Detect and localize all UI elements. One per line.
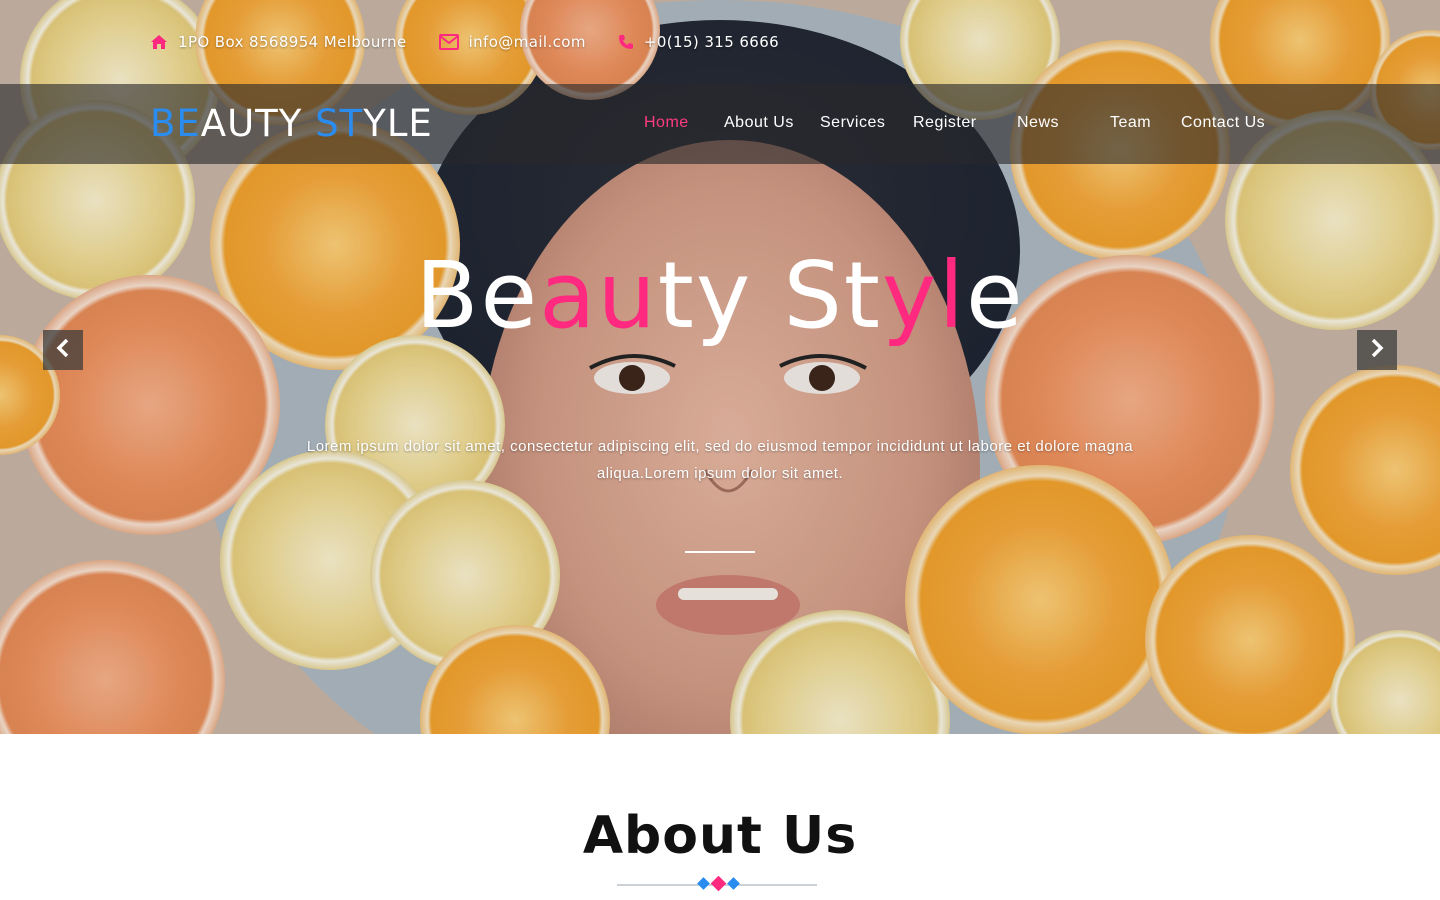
nav-menu: Home About Us Services Register News Tea… bbox=[0, 84, 1440, 164]
nav-item-contact-us[interactable]: Contact Us bbox=[1181, 114, 1265, 132]
email-text[interactable]: info@mail.com bbox=[469, 33, 586, 51]
chevron-right-icon bbox=[1369, 338, 1385, 362]
nav-item-home[interactable]: Home bbox=[644, 114, 689, 132]
carousel-next-button[interactable] bbox=[1357, 330, 1397, 370]
phone-info[interactable]: +0(15) 315 6666 bbox=[618, 33, 779, 51]
hero-title-part-5: e bbox=[966, 242, 1025, 349]
hero-title-part-1: Be bbox=[415, 242, 540, 349]
email-info[interactable]: info@mail.com bbox=[438, 33, 586, 51]
hero-banner: 1PO Box 8568954 Melbourne info@mail.com … bbox=[0, 0, 1440, 734]
phone-icon bbox=[618, 34, 634, 50]
hero-divider bbox=[685, 551, 755, 553]
nav-item-news[interactable]: News bbox=[1017, 114, 1059, 132]
carousel-prev-button[interactable] bbox=[43, 330, 83, 370]
chevron-left-icon bbox=[55, 338, 71, 362]
hero-title: Beauty Style bbox=[0, 242, 1440, 349]
envelope-icon bbox=[438, 34, 459, 50]
about-section-title: About Us bbox=[582, 806, 858, 866]
nav-item-services[interactable]: Services bbox=[820, 114, 885, 132]
nav-item-about-us[interactable]: About Us bbox=[724, 114, 794, 132]
hero-title-part-4: yl bbox=[882, 242, 967, 349]
hero-description: Lorem ipsum dolor sit amet, consectetur … bbox=[306, 438, 1134, 482]
nav-item-team[interactable]: Team bbox=[1110, 114, 1151, 132]
address-text: 1PO Box 8568954 Melbourne bbox=[178, 33, 407, 51]
address-info: 1PO Box 8568954 Melbourne bbox=[150, 33, 407, 51]
top-info-bar: 1PO Box 8568954 Melbourne info@mail.com … bbox=[0, 0, 1440, 84]
nav-item-register[interactable]: Register bbox=[913, 114, 977, 132]
phone-text[interactable]: +0(15) 315 6666 bbox=[644, 33, 779, 51]
hero-title-part-2: au bbox=[539, 242, 658, 349]
about-divider-ornament bbox=[617, 876, 817, 892]
hero-title-part-3: ty St bbox=[657, 242, 882, 349]
home-icon bbox=[150, 34, 168, 50]
main-navbar: BEAUTY STYLE Home About Us Services Regi… bbox=[0, 84, 1440, 164]
